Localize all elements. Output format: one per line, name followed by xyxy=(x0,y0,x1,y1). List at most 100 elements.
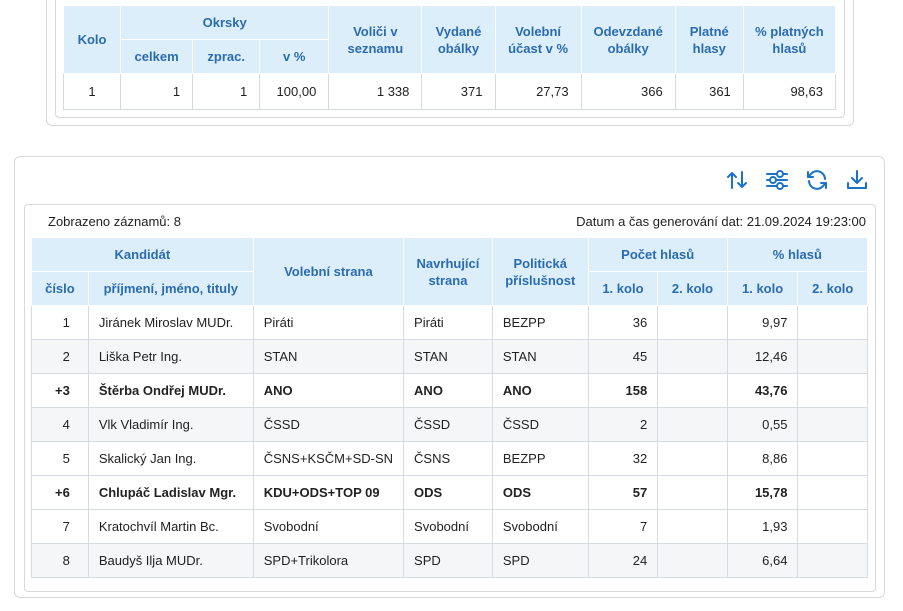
cell-strana: ANO xyxy=(252,373,405,408)
header-celkem: celkem xyxy=(120,39,194,74)
cell-jmeno: Kratochvíl Martin Bc. xyxy=(87,509,254,544)
cell-strana: ČSSD xyxy=(252,407,405,442)
header-pct: % hlasů xyxy=(726,237,869,272)
table-row: 7 Kratochvíl Martin Bc. Svobodní Svobodn… xyxy=(31,509,868,544)
cell-pct1: 12,46 xyxy=(726,339,799,374)
table-row: +3 Štěrba Ondřej MUDr. ANO ANO ANO 158 4… xyxy=(31,373,868,408)
cell-jmeno: Skalický Jan Ing. xyxy=(87,441,254,476)
cell-hlasy2 xyxy=(657,543,728,578)
table-row: 5 Skalický Jan Ing. ČSNS+KSČM+SD-SN ČSNS… xyxy=(31,441,868,476)
cell-hlasy1: 57 xyxy=(587,475,659,510)
download-icon xyxy=(847,170,867,189)
cell-prislusnost: ODS xyxy=(491,475,589,510)
cell-prislusnost: STAN xyxy=(491,339,589,374)
cell-strana: KDU+ODS+TOP 09 xyxy=(252,475,405,510)
header-pocet: Počet hlasů xyxy=(587,237,728,272)
sort-button[interactable] xyxy=(724,167,750,193)
cell-hlasy1: 158 xyxy=(587,373,659,408)
cell-pct1: 43,76 xyxy=(726,373,799,408)
cell-hlasy2 xyxy=(657,305,728,340)
cell-jmeno: Liška Petr Ing. xyxy=(87,339,254,374)
cell-cislo: 5 xyxy=(31,441,89,476)
cell-navrhujici: ČSNS xyxy=(403,441,493,476)
cell-pct2 xyxy=(797,407,868,442)
candidates-table: Kandidát Volební strana Navrhující stran… xyxy=(31,237,869,578)
cell-pct1: 6,64 xyxy=(726,543,799,578)
cell-navrhujici: ANO xyxy=(403,373,493,408)
cell-prislusnost: SPD xyxy=(491,543,589,578)
filter-settings-button[interactable] xyxy=(764,167,790,193)
cell-prislusnost: BEZPP xyxy=(491,305,589,340)
cell-pct2 xyxy=(797,373,868,408)
cell-navrhujici: STAN xyxy=(403,339,493,374)
header-kandidat: Kandidát xyxy=(31,237,254,272)
header-hlasy-kolo1: 1. kolo xyxy=(587,271,659,306)
cell-hlasy2 xyxy=(657,441,728,476)
records-count: Zobrazeno záznamů: 8 xyxy=(48,214,181,229)
header-platne: Platné hlasy xyxy=(674,5,744,74)
header-cislo: číslo xyxy=(31,271,89,306)
cell-cislo: 7 xyxy=(31,509,89,544)
cell-navrhujici: ČSSD xyxy=(403,407,493,442)
cell-vydane: 371 xyxy=(421,73,496,110)
cell-pct2 xyxy=(797,543,868,578)
toolbar xyxy=(724,167,870,193)
header-zprac: zprac. xyxy=(192,39,261,74)
cell-navrhujici: Piráti xyxy=(403,305,493,340)
cell-pct2 xyxy=(797,305,868,340)
cell-navrhujici: ODS xyxy=(403,475,493,510)
header-pct-kolo2: 2. kolo xyxy=(797,271,868,306)
cell-cislo: +3 xyxy=(31,373,89,408)
cell-prislusnost: ČSSD xyxy=(491,407,589,442)
cell-jmeno: Baudyš Ilja MUDr. xyxy=(87,543,254,578)
cell-kolo: 1 xyxy=(62,73,122,110)
summary-row: 1 1 1 100,00 1 338 371 27,73 366 361 98,… xyxy=(62,73,837,110)
cell-pct2 xyxy=(797,441,868,476)
cell-hlasy1: 36 xyxy=(587,305,659,340)
cell-pct1: 8,86 xyxy=(726,441,799,476)
cell-pct-platnych: 98,63 xyxy=(742,73,837,110)
cell-strana: Piráti xyxy=(252,305,405,340)
cell-pct1: 9,97 xyxy=(726,305,799,340)
cell-hlasy2 xyxy=(657,509,728,544)
cell-odevzdane: 366 xyxy=(580,73,676,110)
table-row: 2 Liška Petr Ing. STAN STAN STAN 45 12,4… xyxy=(31,339,868,374)
cell-pct1: 0,55 xyxy=(726,407,799,442)
header-vydane: Vydané obálky xyxy=(421,5,496,74)
filter-settings-icon xyxy=(766,170,788,190)
cell-navrhujici: Svobodní xyxy=(403,509,493,544)
cell-platne: 361 xyxy=(674,73,744,110)
cell-hlasy1: 24 xyxy=(587,543,659,578)
cell-jmeno: Štěrba Ondřej MUDr. xyxy=(87,373,254,408)
cell-hlasy2 xyxy=(657,373,728,408)
cell-hlasy1: 45 xyxy=(587,339,659,374)
cell-celkem: 1 xyxy=(120,73,194,110)
cell-cislo: 1 xyxy=(31,305,89,340)
header-kolo: Kolo xyxy=(62,5,122,74)
cell-cislo: +6 xyxy=(31,475,89,510)
cell-cislo: 8 xyxy=(31,543,89,578)
cell-cislo: 2 xyxy=(31,339,89,374)
cell-v-pct: 100,00 xyxy=(259,73,330,110)
table-row: 1 Jiránek Miroslav MUDr. Piráti Piráti B… xyxy=(31,305,868,340)
cell-jmeno: Vlk Vladimír Ing. xyxy=(87,407,254,442)
table-row: 4 Vlk Vladimír Ing. ČSSD ČSSD ČSSD 2 0,5… xyxy=(31,407,868,442)
header-jmeno: příjmení, jméno, tituly xyxy=(87,271,254,306)
cell-jmeno: Jiránek Miroslav MUDr. xyxy=(87,305,254,340)
cell-prislusnost: ANO xyxy=(491,373,589,408)
header-pct-platnych: % platných hlasů xyxy=(742,5,837,74)
table-row: 8 Baudyš Ilja MUDr. SPD+Trikolora SPD SP… xyxy=(31,543,868,578)
cell-pct1: 1,93 xyxy=(726,509,799,544)
cell-pct2 xyxy=(797,475,868,510)
cell-strana: Svobodní xyxy=(252,509,405,544)
header-ucast: Volební účast v % xyxy=(494,5,582,74)
cell-pct2 xyxy=(797,339,868,374)
cell-prislusnost: Svobodní xyxy=(491,509,589,544)
generated-timestamp: Datum a čas generování dat: 21.09.2024 1… xyxy=(576,214,866,229)
refresh-button[interactable] xyxy=(804,167,830,193)
cell-strana: ČSNS+KSČM+SD-SN xyxy=(252,441,405,476)
cell-cislo: 4 xyxy=(31,407,89,442)
cell-prislusnost: BEZPP xyxy=(491,441,589,476)
header-volici: Voliči v seznamu xyxy=(328,5,423,74)
download-button[interactable] xyxy=(844,167,870,193)
